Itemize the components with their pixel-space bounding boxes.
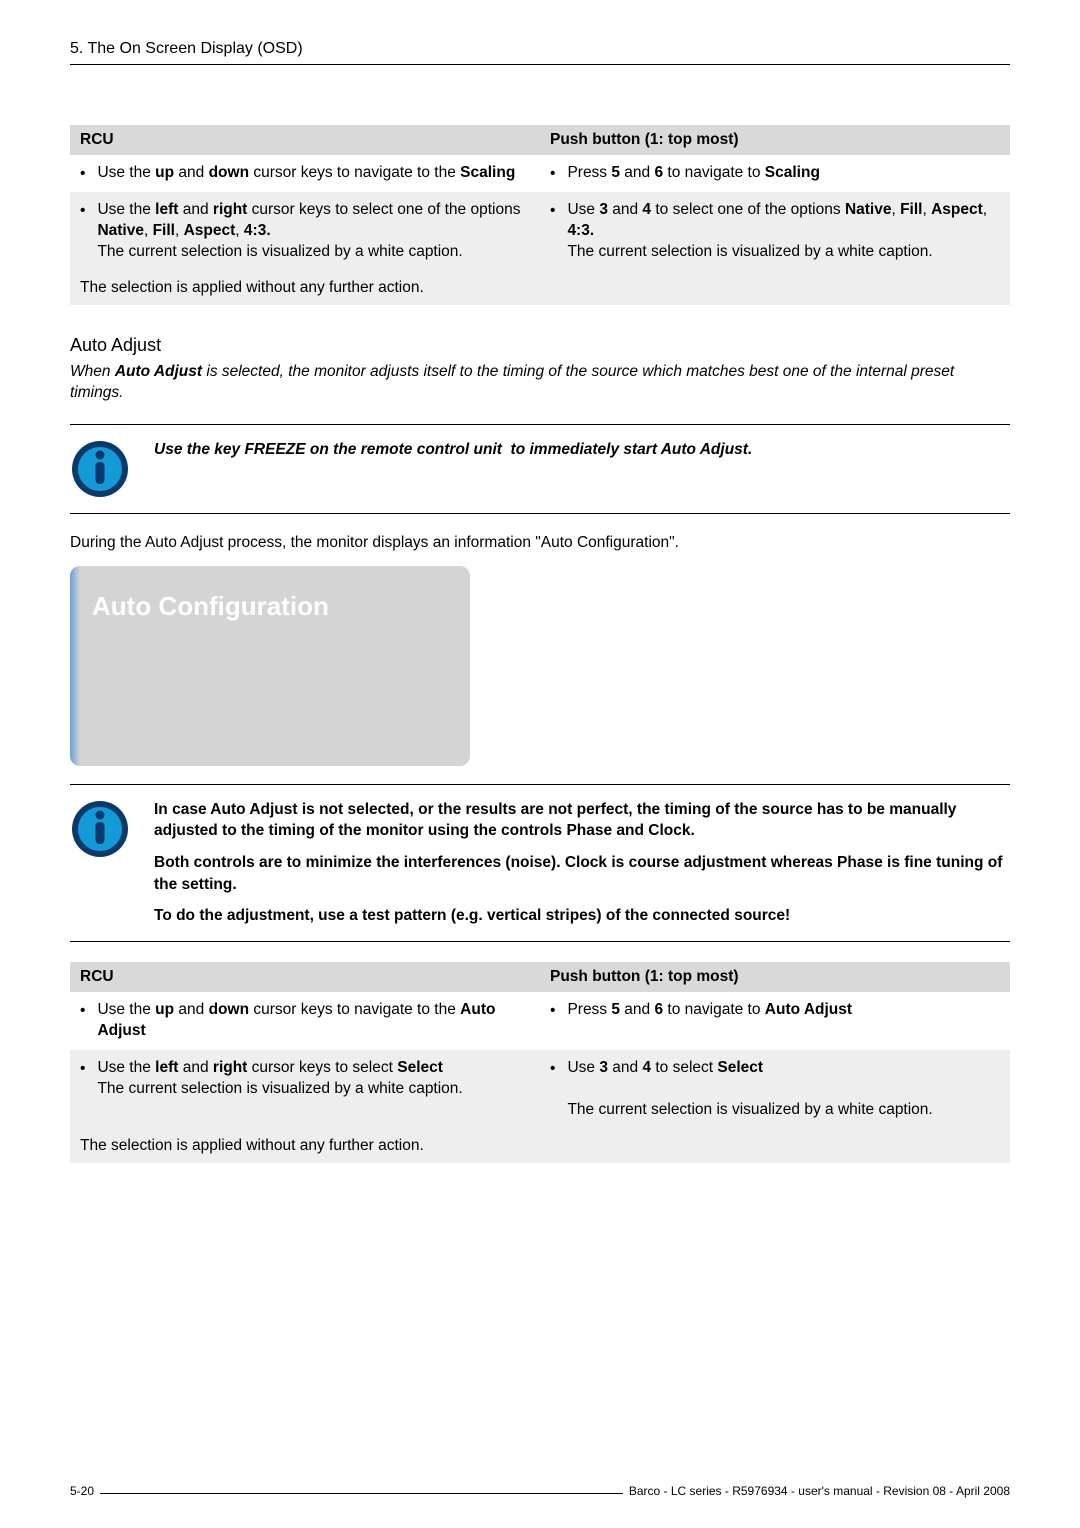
info2-p1: In case Auto Adjust is not selected, or …	[154, 801, 956, 840]
info-text: Use the key FREEZE on the remote control…	[154, 439, 1010, 461]
info2-p3: To do the adjustment, use a test pattern…	[154, 907, 790, 924]
bullet-icon: •	[80, 200, 85, 263]
footer-rule	[100, 1493, 623, 1494]
info2-p2: Both controls are to minimize the interf…	[154, 854, 1002, 893]
table-auto-adjust: RCU Push button (1: top most) • Use the u…	[70, 962, 1010, 1163]
info-block-freeze: Use the key FREEZE on the remote control…	[70, 424, 1010, 514]
bullet-icon: •	[550, 1000, 555, 1021]
section-intro: When Auto Adjust is selected, the monito…	[70, 362, 1010, 404]
bullet-icon: •	[80, 1058, 85, 1100]
info-block-manual-adjust: In case Auto Adjust is not selected, or …	[70, 784, 1010, 942]
info-icon	[70, 439, 130, 499]
table-row: • Use the left and right cursor keys to s…	[70, 1050, 1010, 1129]
cell-text: Press 5 and 6 to navigate to Auto Adjust	[567, 1000, 1000, 1021]
page-header: 5. The On Screen Display (OSD)	[70, 40, 1010, 65]
info-icon	[70, 799, 130, 859]
bullet-icon: •	[550, 1058, 555, 1121]
paragraph-during: During the Auto Adjust process, the moni…	[70, 534, 1010, 552]
th-rcu: RCU	[70, 125, 540, 155]
cell-text: Use the left and right cursor keys to se…	[97, 1058, 530, 1100]
auto-configuration-label: Auto Configuration	[92, 591, 448, 622]
footer-text: Barco - LC series - R5976934 - user's ma…	[629, 1484, 1010, 1498]
bullet-icon: •	[550, 163, 555, 184]
th-rcu: RCU	[70, 962, 540, 992]
section-heading-auto-adjust: Auto Adjust	[70, 335, 1010, 356]
cell-text: Use the left and right cursor keys to se…	[97, 200, 530, 263]
table-row-applied: The selection is applied without any fur…	[70, 1129, 1010, 1163]
th-push: Push button (1: top most)	[540, 962, 1010, 992]
applied-text: The selection is applied without any fur…	[70, 1129, 1010, 1163]
table-row-applied: The selection is applied without any fur…	[70, 271, 1010, 305]
page-number: 5-20	[70, 1484, 94, 1498]
bullet-icon: •	[80, 163, 85, 184]
auto-configuration-preview: Auto Configuration	[70, 566, 470, 766]
table-row: •Use the left and right cursor keys to s…	[70, 192, 1010, 271]
th-push: Push button (1: top most)	[540, 125, 1010, 155]
page-footer: 5-20 Barco - LC series - R5976934 - user…	[70, 1484, 1010, 1498]
bullet-icon: •	[80, 1000, 85, 1042]
table-row: • Use the up and down cursor keys to navi…	[70, 155, 1010, 192]
table-scaling: RCU Push button (1: top most) • Use the u…	[70, 125, 1010, 305]
cell-text: Use 3 and 4 to select one of the options…	[567, 200, 1000, 263]
bullet-icon: •	[550, 200, 555, 263]
applied-text: The selection is applied without any fur…	[70, 271, 1010, 305]
header-title: 5. The On Screen Display (OSD)	[70, 40, 303, 57]
cell-text: Use the up and down cursor keys to navig…	[97, 1000, 530, 1042]
cell-text: Use 3 and 4 to select SelectThe current …	[567, 1058, 1000, 1121]
cell-text: Press 5 and 6 to navigate to Scaling	[567, 163, 1000, 184]
cell-text: Use the up and down cursor keys to navig…	[97, 163, 530, 184]
table-row: • Use the up and down cursor keys to navi…	[70, 992, 1010, 1050]
info-text: In case Auto Adjust is not selected, or …	[154, 799, 1010, 927]
